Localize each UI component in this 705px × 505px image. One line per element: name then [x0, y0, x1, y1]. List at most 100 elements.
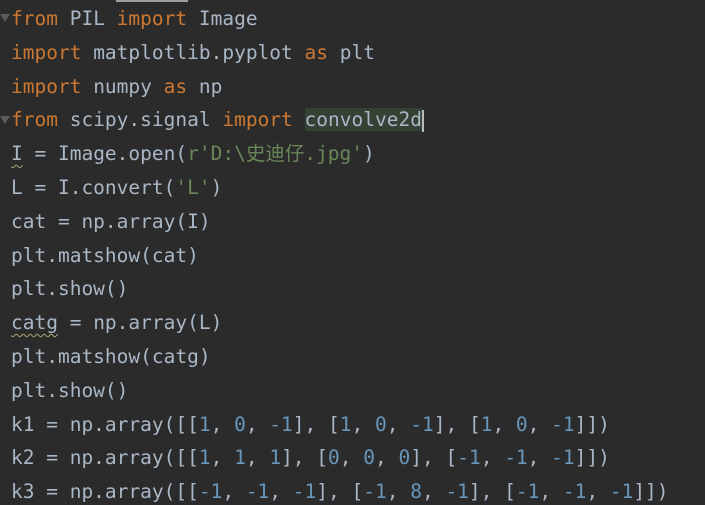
code-text: , [386, 412, 411, 436]
number-literal: -1 [562, 480, 587, 504]
number-literal: -1 [245, 480, 270, 504]
keyword: import [11, 40, 82, 64]
code-line[interactable]: from scipy.signal import convolve2d [11, 103, 705, 137]
variable-name: I [11, 142, 23, 166]
number-literal: -1 [269, 412, 293, 436]
string-literal: 'L' [175, 175, 211, 199]
code-line[interactable]: from PIL import Image [11, 2, 705, 36]
number-literal: 0 [398, 446, 411, 470]
code-text: , [210, 446, 235, 470]
code-line[interactable]: cat = np.array(I) [11, 205, 705, 239]
code-line[interactable]: L = I.convert('L') [11, 171, 705, 205]
number-literal: -1 [551, 446, 575, 470]
keyword: from [11, 108, 58, 132]
keyword: import [116, 7, 188, 30]
keyword: as [304, 40, 328, 64]
code-text: ]]) [574, 412, 610, 436]
code-line[interactable]: plt.show() [11, 272, 705, 306]
keyword: as [163, 74, 188, 98]
code-text: L = I.convert( [11, 175, 176, 199]
code-text: = Image.open( [22, 142, 188, 166]
code-text: k3 = np.array([[ [11, 480, 199, 504]
code-text: = np.array(L) [57, 311, 223, 335]
keyword: import [11, 74, 82, 98]
imported-name: Image [187, 7, 258, 30]
module-name: scipy.signal [57, 108, 223, 132]
code-text: ) [363, 142, 375, 166]
number-literal: -1 [292, 480, 317, 504]
code-line[interactable]: catg = np.array(L) [11, 306, 705, 340]
code-text: , [351, 412, 375, 436]
number-literal: 1 [339, 412, 352, 436]
code-text: ]]) [633, 480, 669, 504]
fold-icon[interactable] [0, 116, 10, 124]
number-literal: -1 [551, 412, 575, 436]
number-literal: -1 [609, 480, 634, 504]
module-name: PIL [57, 7, 117, 30]
text-caret [421, 109, 424, 132]
code-line[interactable]: k1 = np.array([[1, 0, -1], [1, 0, -1], [… [11, 408, 705, 442]
number-literal: 1 [480, 412, 493, 436]
string-literal: r'D:\史迪仔.jpg' [187, 142, 364, 166]
alias-name: plt [328, 40, 375, 64]
code-line[interactable]: k3 = np.array([[-1, -1, -1], [-1, 8, -1]… [11, 475, 705, 505]
code-text: ], [ [410, 446, 458, 470]
code-line[interactable]: k2 = np.array([[1, 1, 1], [0, 0, 0], [-1… [11, 441, 705, 475]
code-text: , [339, 446, 364, 470]
code-text: k1 = np.array([[ [11, 412, 199, 436]
module-name: matplotlib.pyplot [81, 40, 305, 64]
code-text: k2 = np.array([[ [11, 446, 199, 470]
number-literal: 1 [269, 446, 282, 470]
code-text: , [269, 480, 293, 504]
alias-name: np [187, 74, 223, 98]
code-text: plt.matshow(catg) [11, 344, 211, 368]
fold-icon[interactable] [0, 14, 10, 22]
code-area[interactable]: from PIL import Image import matplotlib.… [11, 2, 705, 505]
number-literal: -1 [445, 480, 469, 504]
code-text: , [480, 446, 505, 470]
code-text: ], [ [433, 412, 481, 436]
code-text: ], [ [281, 446, 329, 470]
code-text: , [210, 412, 235, 436]
code-line[interactable]: plt.matshow(cat) [11, 239, 705, 273]
keyword: import [222, 108, 293, 132]
number-literal: 0 [328, 446, 340, 470]
number-literal: 8 [410, 480, 422, 504]
code-line[interactable]: I = Image.open(r'D:\史迪仔.jpg') [11, 137, 705, 171]
code-text: , [527, 446, 552, 470]
code-text: , [375, 446, 399, 470]
keyword: from [11, 7, 58, 30]
number-literal: -1 [515, 480, 540, 504]
number-literal: -1 [198, 480, 223, 504]
code-text: , [586, 480, 610, 504]
number-literal: -1 [410, 412, 434, 436]
code-text: ], [ [316, 480, 364, 504]
code-text: , [492, 412, 516, 436]
code-text: ], [ [292, 412, 340, 436]
code-text: ) [210, 175, 223, 199]
number-literal: 0 [363, 446, 376, 470]
code-text: , [245, 412, 270, 436]
code-text: plt.show() [11, 277, 129, 301]
code-text: ]]) [574, 446, 610, 470]
code-line[interactable]: plt.matshow(catg) [11, 340, 705, 374]
code-line[interactable]: import numpy as np [11, 70, 705, 104]
number-literal: 0 [375, 412, 387, 436]
code-text: , [222, 480, 246, 504]
code-line[interactable]: plt.show() [11, 374, 705, 408]
code-text: plt.show() [11, 378, 129, 402]
number-literal: 0 [515, 412, 528, 436]
code-line[interactable]: import matplotlib.pyplot as plt [11, 36, 705, 70]
code-editor[interactable]: from PIL import Image import matplotlib.… [0, 0, 705, 505]
code-text: ], [ [468, 480, 516, 504]
code-text: , [421, 480, 446, 504]
code-text: cat = np.array(I) [11, 209, 211, 233]
code-text: , [539, 480, 563, 504]
highlighted-identifier: convolve2d [304, 108, 422, 132]
number-literal: 0 [234, 412, 246, 436]
code-text: , [386, 480, 411, 504]
module-name: numpy [81, 74, 164, 98]
number-literal: -1 [504, 446, 528, 470]
code-text: , [245, 446, 270, 470]
